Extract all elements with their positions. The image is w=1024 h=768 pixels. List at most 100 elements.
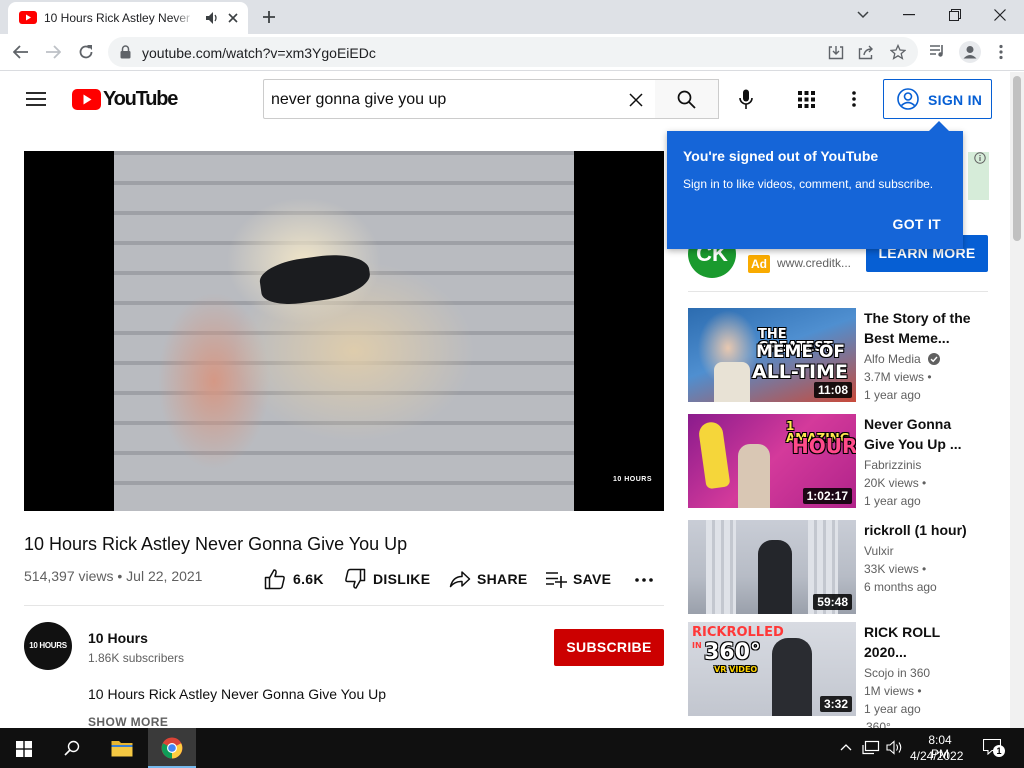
scrollbar-thumb[interactable] (1013, 76, 1021, 241)
recommendation-channel: Scojo in 360 (864, 666, 931, 680)
url-text: youtube.com/watch?v=xm3YgoEiEDc (142, 45, 376, 61)
media-controls-icon[interactable] (929, 44, 945, 58)
recommendation-title[interactable]: RICK ROLL 2020... (864, 622, 974, 662)
show-more-button[interactable]: SHOW MORE (88, 715, 168, 729)
video-meta: 514,397 views • Jul 22, 2021 (24, 568, 203, 584)
back-arrow-icon[interactable] (13, 45, 29, 59)
bookmark-star-icon[interactable] (890, 44, 906, 60)
thumbnail-caption-3: ALL-TIME (752, 361, 848, 383)
channel-name[interactable]: 10 Hours (88, 630, 148, 646)
recommendation-views: 3.7M views • (864, 370, 932, 384)
recommendation-item[interactable]: THE GREATEST MEME OF ALL-TIME 11:08 The … (688, 308, 988, 402)
browser-tab-strip: 10 Hours Rick Astley Never Gonna Give Yo… (0, 0, 1024, 34)
save-button[interactable]: SAVE (545, 568, 615, 590)
sign-in-button[interactable]: SIGN IN (883, 79, 992, 119)
forward-arrow-icon[interactable] (45, 45, 61, 59)
restore-window-icon[interactable] (949, 9, 961, 21)
recommendation-item[interactable]: 1 AMAZING HOUR 1:02:17 Never Gonna Give … (688, 414, 988, 508)
subscribe-button[interactable]: SUBSCRIBE (554, 629, 664, 666)
search-button[interactable] (655, 79, 719, 119)
share-button[interactable]: SHARE (449, 568, 529, 590)
share-label: SHARE (477, 571, 528, 587)
settings-more-vertical-icon[interactable] (852, 91, 856, 107)
clear-search-icon[interactable] (629, 93, 643, 107)
share-page-icon[interactable] (858, 45, 874, 60)
thumbnail-caption-1: RICKROLLED (692, 625, 784, 640)
video-duration: 59:48 (813, 594, 852, 610)
ad-badge: Ad (748, 255, 770, 273)
recommendation-item[interactable]: RICKROLLED IN 360° VR VIDEO 3:32 RICK RO… (688, 622, 988, 716)
recommendation-thumbnail[interactable]: 59:48 (688, 520, 856, 614)
verified-check-icon (928, 353, 941, 365)
channel-avatar[interactable]: 10 HOURS (24, 622, 72, 670)
dislike-label: DISLIKE (373, 571, 431, 587)
clock-date[interactable]: 4/24/2022 (910, 749, 963, 763)
recommendation-channel: Fabrizzinis (864, 458, 922, 472)
recommendation-thumbnail[interactable]: THE GREATEST MEME OF ALL-TIME 11:08 (688, 308, 856, 402)
recommendation-item[interactable]: 59:48 rickroll (1 hour) Vulxir 33K views… (688, 520, 988, 614)
audio-playing-icon[interactable] (206, 12, 220, 24)
tooltip-text: Sign in to like videos, comment, and sub… (683, 177, 934, 191)
like-button[interactable]: 6.6K (264, 568, 326, 590)
recommendation-title[interactable]: The Story of the Best Meme... (864, 308, 974, 348)
recommendation-views: 20K views • (864, 476, 927, 490)
channel-name-text: Alfo Media (864, 352, 921, 366)
tooltip-title: You're signed out of YouTube (683, 148, 879, 164)
section-divider (24, 605, 664, 606)
show-hidden-icons-chevron-icon[interactable] (840, 743, 852, 751)
hamburger-menu-icon[interactable] (26, 91, 46, 107)
more-actions-icon[interactable] (635, 578, 653, 582)
volume-icon[interactable] (886, 740, 904, 755)
thumbs-down-icon (345, 568, 366, 589)
share-arrow-icon (449, 571, 471, 588)
recommendation-thumbnail[interactable]: RICKROLLED IN 360° VR VIDEO 3:32 (688, 622, 856, 716)
network-icon[interactable] (862, 740, 880, 755)
channel-avatar-text: 10 HOURS (29, 641, 67, 650)
thumbnail-caption-2: IN (692, 641, 702, 650)
youtube-header: YouTube never gonna give you up SIGN IN (0, 72, 1010, 128)
dislike-button[interactable]: DISLIKE (344, 568, 434, 590)
video-watermark: 10 HOURS (612, 476, 652, 483)
thumbnail-figure (758, 540, 792, 614)
youtube-play-logo-icon (72, 89, 101, 110)
recommendation-title[interactable]: rickroll (1 hour) (864, 520, 984, 540)
recommendation-age: 6 months ago (864, 580, 937, 594)
like-count: 6.6K (293, 571, 324, 587)
ad-info-icon[interactable] (974, 152, 986, 164)
windows-start-icon[interactable] (16, 741, 32, 757)
chrome-taskbar-button[interactable] (148, 728, 196, 768)
voice-search-microphone-icon[interactable] (739, 89, 753, 110)
lock-icon[interactable] (120, 45, 131, 59)
page-scrollbar[interactable] (1010, 72, 1024, 728)
close-tab-icon[interactable] (227, 12, 239, 24)
file-explorer-icon[interactable] (111, 739, 133, 757)
install-app-icon[interactable] (828, 45, 844, 60)
thumbnail-caption-3: 360° (704, 640, 761, 665)
got-it-button[interactable]: GOT IT (893, 216, 941, 232)
minimize-window-icon[interactable] (903, 14, 915, 16)
reload-icon[interactable] (78, 44, 94, 60)
recommendation-views: 33K views • (864, 562, 927, 576)
new-tab-icon[interactable] (262, 10, 276, 24)
video-duration: 1:02:17 (802, 488, 852, 504)
account-circle-icon (897, 88, 919, 110)
recommendation-title[interactable]: Never Gonna Give You Up ... (864, 414, 974, 454)
recommendation-thumbnail[interactable]: 1 AMAZING HOUR 1:02:17 (688, 414, 856, 508)
save-label: SAVE (573, 571, 612, 587)
tab-search-chevron-icon[interactable] (856, 10, 870, 20)
taskbar-search-icon[interactable] (64, 740, 80, 756)
apps-grid-icon[interactable] (798, 91, 815, 108)
thumbs-up-icon (264, 569, 285, 590)
playlist-add-icon (546, 572, 567, 588)
video-description: 10 Hours Rick Astley Never Gonna Give Yo… (88, 686, 387, 702)
youtube-logo[interactable]: YouTube (72, 88, 178, 112)
notification-center-button[interactable]: 1 (983, 739, 1005, 757)
profile-avatar-icon[interactable] (959, 41, 981, 63)
video-player[interactable]: 10 HOURS (24, 151, 664, 511)
chrome-menu-icon[interactable] (999, 44, 1003, 60)
search-input[interactable]: never gonna give you up (263, 79, 656, 119)
next-recommendation-partial: 360° (866, 720, 891, 728)
browser-tab[interactable]: 10 Hours Rick Astley Never Gonna Give Yo… (8, 2, 248, 34)
close-window-icon[interactable] (994, 9, 1006, 21)
address-bar[interactable]: youtube.com/watch?v=xm3YgoEiEDc (108, 37, 918, 67)
